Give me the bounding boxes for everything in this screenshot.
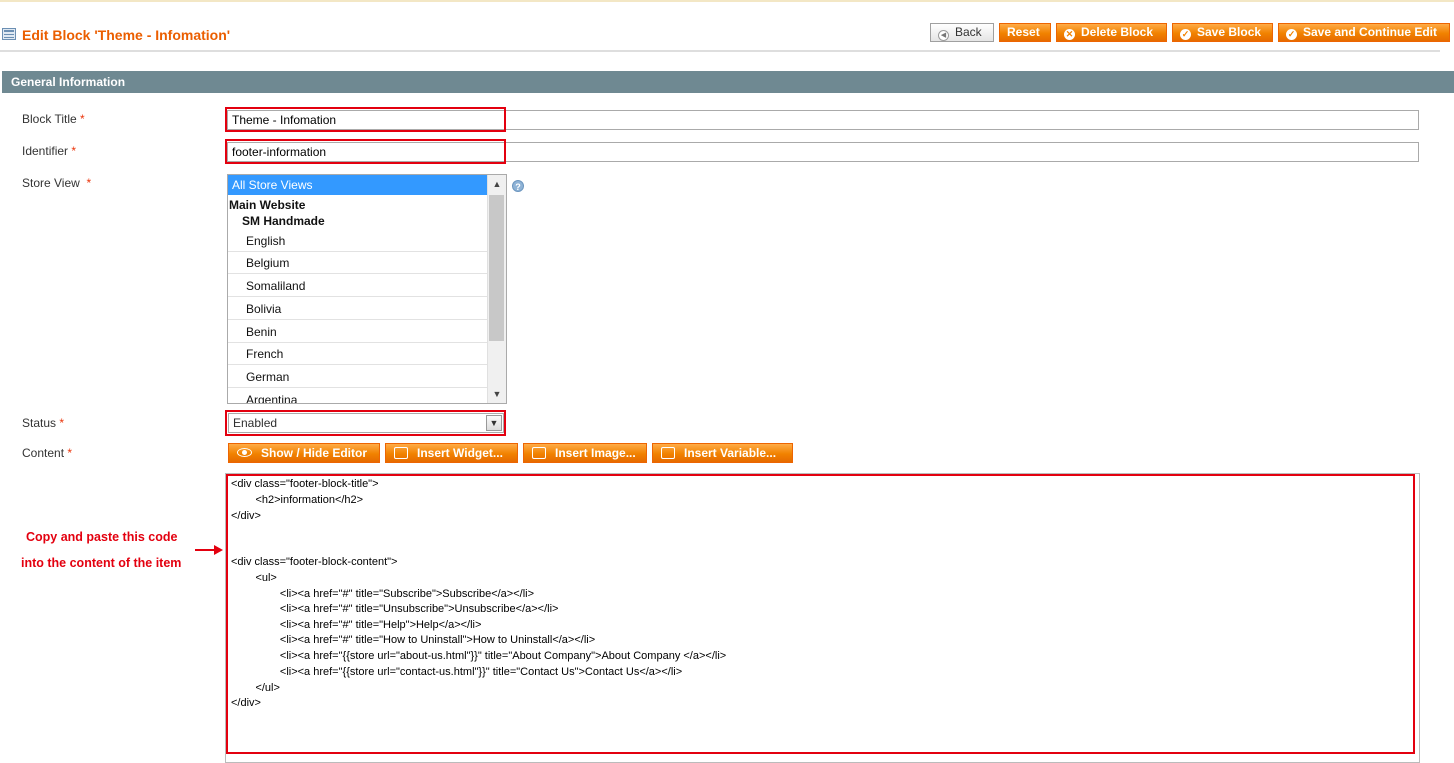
- code-line: <li><a href="#" title="Subscribe">Subscr…: [231, 588, 535, 600]
- checkmark-icon: ✓: [1286, 29, 1297, 40]
- save-continue-button[interactable]: ✓ Save and Continue Edit: [1278, 23, 1450, 42]
- code-line: <li><a href="{{store url="contact-us.htm…: [231, 666, 683, 678]
- delete-icon: ✕: [1064, 29, 1075, 40]
- header-divider: [0, 50, 1440, 52]
- arrow-left-icon: ◀: [938, 30, 949, 41]
- store-view-scrollbar[interactable]: ▲ ▼: [487, 175, 506, 403]
- code-line: </div>: [231, 510, 261, 522]
- annotation-line-2: into the content of the item: [21, 556, 182, 570]
- grid-icon: [2, 28, 16, 40]
- store-view-multiselect[interactable]: All Store Views Main Website SM Handmade…: [227, 174, 507, 404]
- insert-widget-button[interactable]: Insert Widget...: [385, 443, 518, 463]
- insert-image-button[interactable]: Insert Image...: [523, 443, 647, 463]
- identifier-label: Identifier *: [22, 144, 77, 158]
- store-option[interactable]: Belgium: [228, 252, 488, 274]
- block-title-highlight: [225, 107, 506, 132]
- store-option-all[interactable]: All Store Views: [228, 175, 488, 195]
- code-line: <div class="footer-block-title">: [231, 478, 379, 490]
- eye-icon: [237, 448, 252, 457]
- annotation-line-1: Copy and paste this code: [26, 530, 178, 544]
- show-hide-editor-button[interactable]: Show / Hide Editor: [228, 443, 380, 463]
- code-line: <li><a href="{{store url="about-us.html"…: [231, 650, 727, 662]
- store-group-label: Main Website: [229, 198, 306, 212]
- image-icon: [532, 447, 546, 459]
- delete-block-button[interactable]: ✕ Delete Block: [1056, 23, 1167, 42]
- block-title-label: Block Title *: [22, 112, 85, 126]
- top-border: [0, 0, 1454, 2]
- content-label: Content *: [22, 446, 73, 460]
- code-line: <div class="footer-block-content">: [231, 556, 398, 568]
- store-option[interactable]: English: [228, 230, 488, 252]
- status-label: Status *: [22, 416, 65, 430]
- store-name-label: SM Handmade: [242, 214, 325, 228]
- store-option[interactable]: Bolivia: [228, 298, 488, 320]
- code-line: <li><a href="#" title="How to Uninstall"…: [231, 634, 596, 646]
- widget-icon: [394, 447, 408, 459]
- code-line: </ul>: [231, 682, 280, 694]
- store-option[interactable]: Argentina: [228, 389, 488, 403]
- code-line: <li><a href="#" title="Unsubscribe">Unsu…: [231, 603, 559, 615]
- variable-icon: [661, 447, 675, 459]
- store-option[interactable]: French: [228, 343, 488, 365]
- chevron-up-icon[interactable]: ▲: [488, 175, 506, 193]
- page-title: Edit Block 'Theme - Infomation': [22, 27, 231, 43]
- help-icon[interactable]: ?: [512, 180, 524, 192]
- code-line: <li><a href="#" title="Help">Help</a></l…: [231, 619, 482, 631]
- save-block-button[interactable]: ✓ Save Block: [1172, 23, 1273, 42]
- section-header: General Information: [2, 71, 1454, 93]
- reset-button[interactable]: Reset: [999, 23, 1051, 42]
- status-highlight: [225, 410, 506, 436]
- code-line: </div>: [231, 697, 261, 709]
- code-line: <h2>information</h2>: [231, 494, 364, 506]
- store-view-label: Store View *: [22, 176, 92, 190]
- insert-variable-button[interactable]: Insert Variable...: [652, 443, 793, 463]
- code-line: <ul>: [231, 572, 277, 584]
- store-option[interactable]: Benin: [228, 321, 488, 343]
- scroll-thumb[interactable]: [489, 195, 504, 341]
- chevron-down-icon[interactable]: ▼: [488, 385, 506, 403]
- identifier-highlight: [225, 139, 506, 164]
- arrow-right-icon: [214, 545, 223, 555]
- checkmark-icon: ✓: [1180, 29, 1191, 40]
- store-option[interactable]: Somaliland: [228, 275, 488, 297]
- store-option[interactable]: German: [228, 366, 488, 388]
- back-button[interactable]: ◀ Back: [930, 23, 994, 42]
